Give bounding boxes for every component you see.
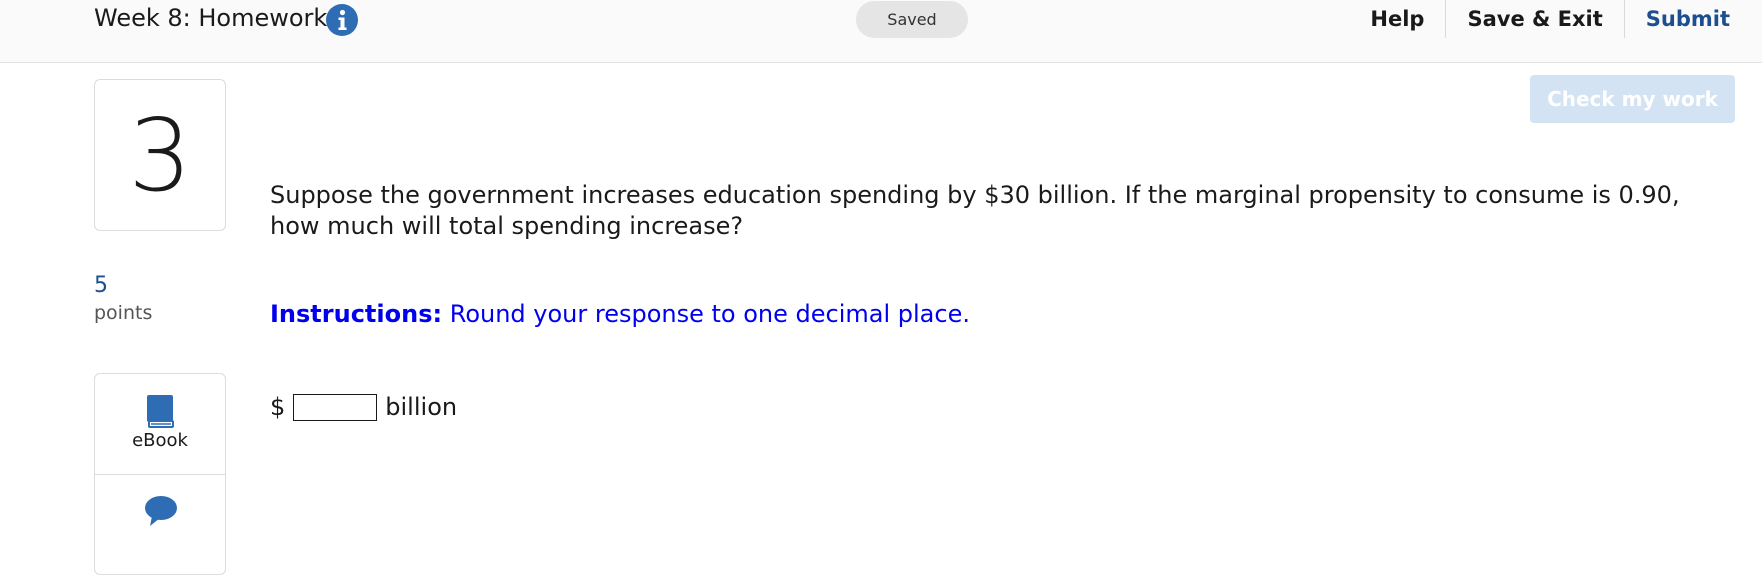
instructions: Instructions: Round your response to one… bbox=[270, 300, 970, 328]
chat-bubble-icon[interactable] bbox=[144, 495, 178, 527]
currency-prefix: $ bbox=[270, 393, 286, 421]
submit-link[interactable]: Submit bbox=[1623, 0, 1762, 38]
ebook-label: eBook bbox=[132, 430, 188, 451]
tools-panel: eBook bbox=[94, 373, 226, 575]
answer-input[interactable] bbox=[293, 393, 378, 421]
top-links: Help Save & Exit Submit bbox=[1349, 0, 1762, 38]
save-exit-link[interactable]: Save & Exit bbox=[1445, 0, 1623, 38]
unit-suffix: billion bbox=[385, 393, 458, 421]
points-label: points bbox=[94, 302, 153, 324]
instructions-label: Instructions: bbox=[270, 300, 443, 328]
question-text: Suppose the government increases educati… bbox=[270, 181, 1680, 240]
info-icon[interactable] bbox=[326, 4, 358, 36]
help-link[interactable]: Help bbox=[1349, 0, 1445, 38]
points-value: 5 bbox=[94, 273, 108, 298]
top-bar: Week 8: Homework Saved Help Save & Exit … bbox=[0, 0, 1762, 63]
instructions-text: Round your response to one decimal place… bbox=[449, 300, 970, 328]
ebook-button[interactable]: eBook bbox=[95, 374, 225, 475]
check-my-work-button[interactable]: Check my work bbox=[1530, 75, 1735, 123]
saved-status-badge: Saved bbox=[856, 1, 968, 38]
assignment-title: Week 8: Homework bbox=[94, 4, 328, 32]
book-icon bbox=[147, 395, 174, 428]
question-number: 3 bbox=[94, 79, 226, 231]
answer-row: $ billion bbox=[270, 390, 457, 424]
